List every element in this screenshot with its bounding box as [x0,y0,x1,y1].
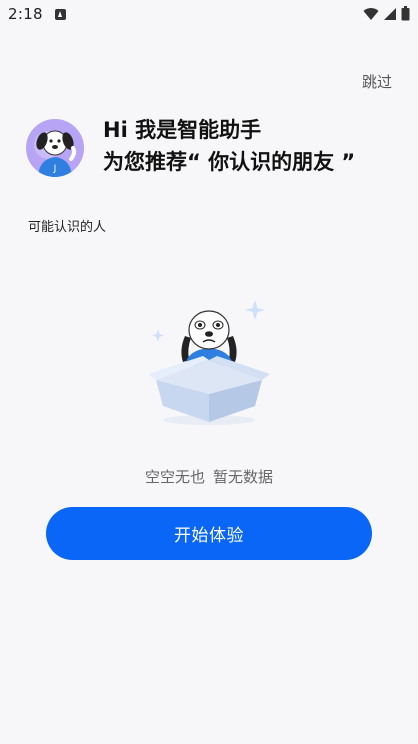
greeting-line-2: 为您推荐“ 你认识的朋友 ” [103,150,356,174]
empty-state-message: 空空无也 暂无数据 [0,466,418,487]
status-bar: 2:18 [0,0,418,30]
battery-icon [401,6,410,21]
wifi-icon [363,7,379,20]
cellular-signal-icon [384,7,396,20]
dog-mascot-avatar-icon: J [26,119,84,177]
status-time: 2:18 [8,5,43,23]
empty-state-text-2: 暂无数据 [213,468,274,486]
status-icons [363,6,410,21]
svg-text:J: J [53,164,57,174]
greeting-line-1: Hi 我是智能助手 [103,118,262,142]
dog-in-box-illustration [148,300,270,425]
notification-app-icon [55,9,66,20]
assistant-greeting: Hi 我是智能助手 为您推荐“ 你认识的朋友 ” [103,114,355,178]
empty-state-text-1: 空空无也 [144,468,205,486]
section-title: 可能认识的人 [28,220,107,235]
skip-button[interactable]: 跳过 [362,71,392,92]
start-experience-button[interactable]: 开始体验 [46,507,372,560]
